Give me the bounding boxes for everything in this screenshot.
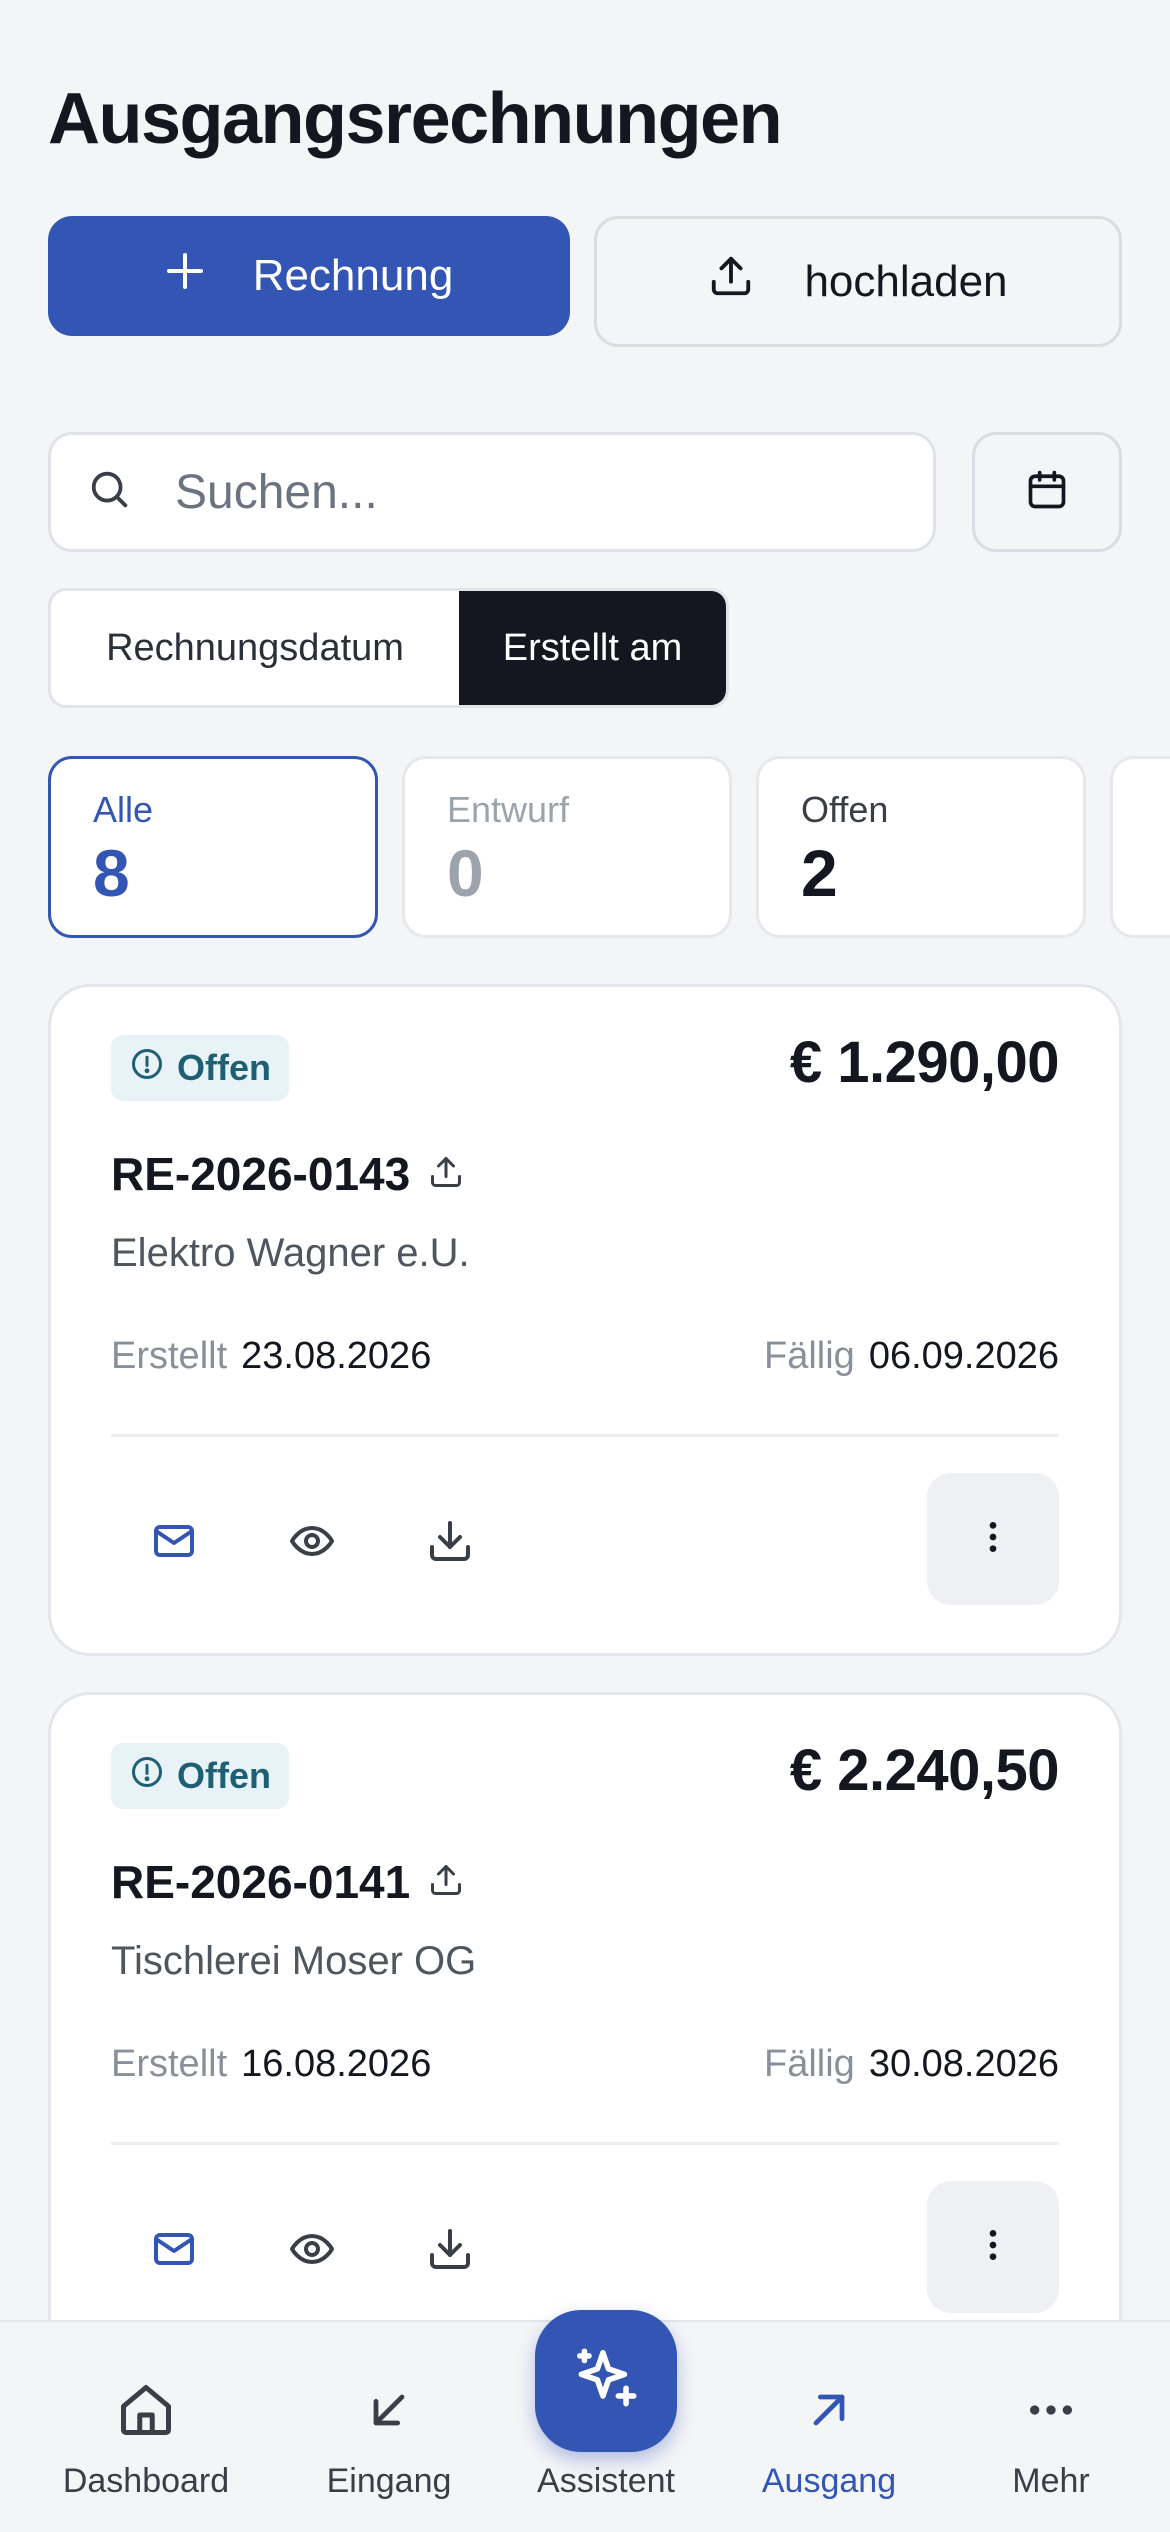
invoice-amount: € 1.290,00 xyxy=(789,1030,1060,1095)
more-options-button[interactable] xyxy=(927,2181,1059,2313)
date-type-toggle: Rechnungsdatum Erstellt am xyxy=(48,588,729,708)
nav-label: Eingang xyxy=(326,2462,452,2500)
invoice-number: RE-2026-0143 xyxy=(111,1148,411,1200)
stat-card-next[interactable] xyxy=(1110,756,1170,938)
customer-name: Elektro Wagner e.U. xyxy=(111,1231,470,1275)
created-date: 23.08.2026 xyxy=(241,1335,432,1377)
search-icon xyxy=(87,467,133,518)
page-title: Ausgangsrechnungen xyxy=(48,79,783,159)
due-label: Fällig xyxy=(764,1335,855,1377)
due-label: Fällig xyxy=(764,2043,855,2085)
created-label: Erstellt xyxy=(111,1335,228,1377)
customer-name: Tischlerei Moser OG xyxy=(111,1939,477,1983)
due-date: 06.09.2026 xyxy=(868,1335,1059,1377)
stat-label: Entwurf xyxy=(447,789,570,830)
due-date: 30.08.2026 xyxy=(868,2043,1059,2085)
mail-icon xyxy=(150,2225,198,2278)
stat-card-draft[interactable]: Entwurf 0 xyxy=(402,756,732,938)
assistant-label: Assistent xyxy=(537,2462,675,2500)
alert-circle-icon xyxy=(129,1754,165,1799)
status-badge: Offen xyxy=(111,1035,289,1101)
divider xyxy=(111,2142,1059,2145)
share-icon xyxy=(428,1147,464,1201)
more-vertical-icon xyxy=(973,1517,1013,1562)
nav-item-dashboard[interactable]: Dashboard xyxy=(29,2322,263,2532)
more-horizontal-icon xyxy=(1023,2374,1079,2446)
date-row: Erstellt 16.08.2026 Fällig 30.08.2026 xyxy=(111,2043,1059,2086)
stat-label: Alle xyxy=(93,789,154,830)
nav-label: Ausgang xyxy=(761,2462,897,2500)
date-row: Erstellt 23.08.2026 Fällig 06.09.2026 xyxy=(111,1335,1059,1378)
date-filter-button[interactable] xyxy=(972,432,1122,552)
eye-icon xyxy=(288,2225,336,2278)
upload-icon xyxy=(708,253,754,310)
toggle-created-date[interactable]: Erstellt am xyxy=(459,591,726,705)
nav-label: Dashboard xyxy=(62,2462,230,2500)
eye-icon xyxy=(288,1517,336,1570)
invoice-number: RE-2026-0141 xyxy=(111,1856,411,1908)
new-invoice-button[interactable]: Rechnung xyxy=(48,216,570,336)
upload-label: hochladen xyxy=(804,256,1008,306)
download-button[interactable] xyxy=(384,1477,516,1609)
toggle-invoice-date[interactable]: Rechnungsdatum xyxy=(51,591,459,705)
stat-count: 2 xyxy=(801,836,838,910)
download-icon xyxy=(426,2225,474,2278)
status-text: Offen xyxy=(177,1755,271,1796)
nav-item-ausgang[interactable]: Ausgang xyxy=(712,2322,946,2532)
assistant-button[interactable] xyxy=(535,2310,677,2452)
invoice-amount: € 2.240,50 xyxy=(789,1738,1060,1803)
preview-button[interactable] xyxy=(246,1477,378,1609)
more-options-button[interactable] xyxy=(927,1473,1059,1605)
send-email-button[interactable] xyxy=(108,2185,240,2317)
sparkles-icon xyxy=(569,2342,643,2421)
status-badge: Offen xyxy=(111,1743,289,1809)
status-text: Offen xyxy=(177,1047,271,1088)
nav-item-mehr[interactable]: Mehr xyxy=(934,2322,1168,2532)
created-label: Erstellt xyxy=(111,2043,228,2085)
alert-circle-icon xyxy=(129,1046,165,1091)
stat-card-open[interactable]: Offen 2 xyxy=(756,756,1086,938)
arrow-up-right-icon xyxy=(803,2374,855,2446)
new-invoice-label: Rechnung xyxy=(252,251,454,300)
invoice-number-row: RE-2026-0141 xyxy=(111,1855,464,1909)
invoice-card[interactable]: Offen € 1.290,00 RE-2026-0143 Elektro Wa… xyxy=(48,984,1122,1656)
divider xyxy=(111,1434,1059,1437)
preview-button[interactable] xyxy=(246,2185,378,2317)
home-icon xyxy=(116,2374,176,2446)
search-bar xyxy=(48,432,936,552)
calendar-icon xyxy=(1025,468,1069,517)
invoice-card[interactable]: Offen € 2.240,50 RE-2026-0141 Tischlerei… xyxy=(48,1692,1122,2364)
search-input[interactable] xyxy=(175,464,875,520)
nav-label: Mehr xyxy=(1012,2462,1090,2500)
download-icon xyxy=(426,1517,474,1570)
download-button[interactable] xyxy=(384,2185,516,2317)
stat-card-all[interactable]: Alle 8 xyxy=(48,756,378,938)
upload-button[interactable]: hochladen xyxy=(594,216,1122,347)
plus-icon xyxy=(165,251,205,302)
created-date: 16.08.2026 xyxy=(241,2043,432,2085)
invoice-number-row: RE-2026-0143 xyxy=(111,1147,464,1201)
stat-label: Offen xyxy=(801,789,889,830)
stat-count: 0 xyxy=(447,836,484,910)
share-icon xyxy=(428,1855,464,1909)
send-email-button[interactable] xyxy=(108,1477,240,1609)
arrow-down-left-icon xyxy=(363,2374,415,2446)
stat-count: 8 xyxy=(93,836,130,910)
more-vertical-icon xyxy=(973,2225,1013,2270)
mail-icon xyxy=(150,1517,198,1570)
invoices-page: Ausgangsrechnungen Rechnung hochladen Re… xyxy=(0,0,1170,2532)
